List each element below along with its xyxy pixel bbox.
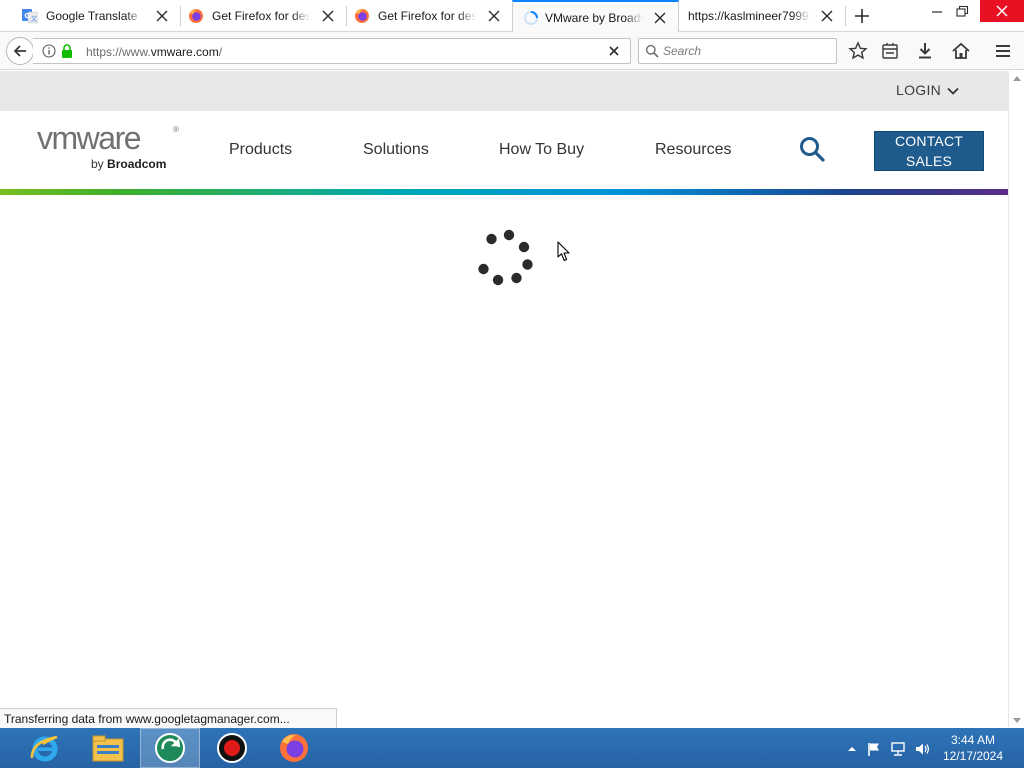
firefox-icon (355, 9, 369, 23)
tab-vmware[interactable]: VMware by Broadcom (512, 0, 679, 32)
logo-broadcom: Broadcom (107, 157, 167, 171)
url-suffix: / (218, 45, 223, 59)
home-icon[interactable] (951, 41, 971, 61)
show-hidden-icons-chevron-icon[interactable] (844, 741, 860, 757)
clock-date: 12/17/2024 (942, 749, 1004, 763)
action-center-flag-icon[interactable] (866, 741, 882, 757)
taskbar-green-app[interactable] (140, 728, 200, 768)
tab-title: https://kaslmineer7999 (688, 9, 810, 23)
back-arrow-icon (13, 45, 26, 57)
chevron-down-icon[interactable] (946, 86, 960, 96)
loading-spinner-icon (524, 11, 538, 25)
record-icon (217, 733, 247, 763)
menu-hamburger-icon[interactable] (993, 41, 1013, 61)
tab-title: Get Firefox for desktop (378, 9, 476, 23)
taskbar-recorder[interactable] (202, 728, 262, 768)
tab-get-firefox-2[interactable]: Get Firefox for desktop (332, 0, 512, 32)
brand-gradient-bar (0, 189, 1008, 195)
google-translate-icon: G 文 (22, 9, 38, 24)
close-tab-icon[interactable] (486, 8, 502, 24)
new-tab-plus-icon[interactable] (852, 6, 872, 26)
internet-explorer-icon (30, 735, 58, 762)
tab-title: Get Firefox for desktop (212, 9, 310, 23)
svg-text:G: G (24, 12, 30, 20)
minimize-icon[interactable] (926, 2, 948, 22)
vmware-logo[interactable]: vmware ® by Broadcom (37, 120, 187, 171)
tab-google-translate[interactable]: G 文 Google Translate (0, 0, 180, 32)
search-bar[interactable] (638, 38, 837, 64)
tab-kaslmineer[interactable]: https://kaslmineer7999 (679, 0, 845, 32)
bookmark-star-icon[interactable] (848, 41, 868, 61)
tab-title: Google Translate (46, 9, 144, 23)
taskbar-internet-explorer[interactable] (15, 728, 75, 768)
url-prefix: https://www. (86, 45, 151, 59)
firefox-icon (189, 9, 203, 23)
nav-products[interactable]: Products (229, 141, 292, 159)
volume-speaker-icon[interactable] (914, 741, 930, 757)
main-navigation: vmware ® by Broadcom Products Solutions … (0, 111, 1008, 191)
nav-solutions[interactable]: Solutions (363, 141, 429, 159)
firefox-icon (280, 734, 308, 762)
close-window-icon (996, 5, 1008, 17)
stop-loading-icon[interactable] (608, 45, 620, 57)
info-icon[interactable] (42, 44, 56, 58)
utility-bar: LOGIN (0, 71, 1008, 111)
svg-text:文: 文 (31, 15, 37, 23)
tab-title: VMware by Broadcom (545, 11, 643, 25)
taskbar-file-explorer[interactable] (78, 728, 138, 768)
login-link[interactable]: LOGIN (896, 82, 941, 98)
reading-list-icon[interactable] (880, 41, 900, 61)
scroll-down-arrow-icon[interactable] (1013, 718, 1021, 724)
nav-how-to-buy[interactable]: How To Buy (499, 141, 584, 159)
status-panel: Transferring data from www.googletagmana… (0, 708, 337, 729)
search-icon (645, 44, 659, 58)
back-button[interactable] (6, 37, 34, 65)
mouse-cursor-icon (557, 241, 570, 262)
contact-sales-label: CONTACT SALES (894, 133, 964, 169)
nav-resources[interactable]: Resources (655, 141, 731, 159)
tab-separator (845, 6, 846, 26)
network-icon[interactable] (890, 741, 906, 757)
loading-spinner-icon (478, 229, 533, 286)
url-domain: vmware.com (150, 45, 219, 59)
close-window-button[interactable] (980, 0, 1024, 22)
taskbar-firefox[interactable] (264, 728, 324, 768)
scroll-up-arrow-icon[interactable] (1013, 75, 1021, 81)
download-icon[interactable] (915, 41, 935, 61)
navigation-toolbar: https://www.vmware.com/ (0, 32, 1024, 70)
registered-mark-icon: ® (173, 125, 179, 134)
url-text[interactable]: https://www.vmware.com/ (86, 45, 222, 59)
url-bar[interactable]: https://www.vmware.com/ (33, 38, 631, 64)
vertical-scrollbar[interactable] (1008, 71, 1024, 728)
green-app-icon (155, 733, 185, 763)
tab-get-firefox-1[interactable]: Get Firefox for desktop (166, 0, 346, 32)
search-input[interactable] (663, 43, 823, 59)
close-tab-icon[interactable] (819, 8, 835, 24)
close-tab-icon[interactable] (652, 10, 668, 26)
page-viewport: LOGIN vmware ® by Broadcom Products Solu… (0, 71, 1008, 728)
file-explorer-icon (92, 735, 124, 762)
contact-sales-button[interactable]: CONTACT SALES (874, 131, 984, 171)
windows-taskbar: 3:44 AM 12/17/2024 (0, 728, 1024, 768)
clock-time: 3:44 AM (950, 733, 996, 747)
lock-icon[interactable] (61, 44, 73, 58)
logo-by: by (91, 157, 104, 171)
logo-wordmark: vmware (37, 120, 142, 156)
restore-icon[interactable] (951, 2, 973, 22)
tab-strip: G 文 Google Translate Get Firefox for des… (0, 0, 1024, 32)
taskbar-clock[interactable]: 3:44 AM 12/17/2024 (940, 732, 1006, 764)
logo-byline: by Broadcom (91, 157, 166, 171)
site-search-icon[interactable] (798, 135, 826, 163)
